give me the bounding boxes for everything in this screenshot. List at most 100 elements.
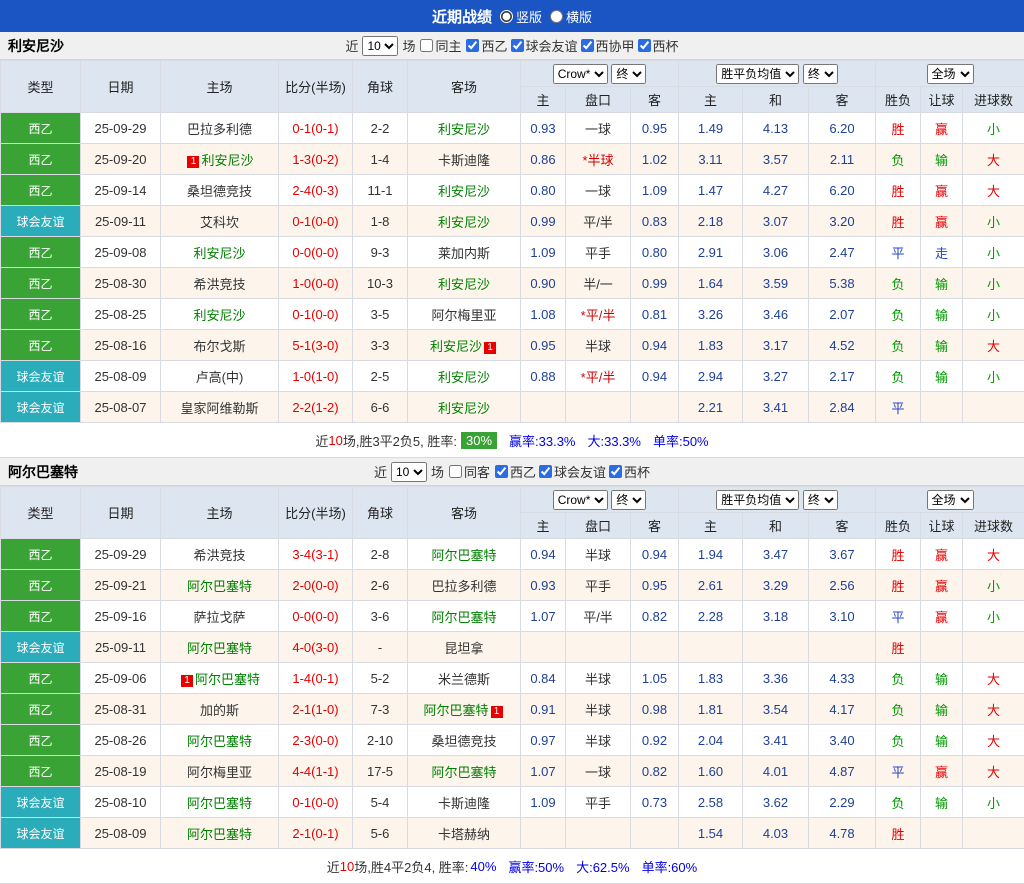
match-row: 西乙25-08-31加的斯2-1(1-0)7-3阿尔巴塞特10.91半球0.98… xyxy=(1,694,1024,725)
bookmaker-select[interactable]: Crow* xyxy=(553,64,608,84)
team-name-text: 利安尼沙 xyxy=(438,401,490,416)
avg-draw-cell: 3.41 xyxy=(743,725,809,756)
team-name-text: 阿尔梅里亚 xyxy=(187,765,252,780)
topbar: 近期战绩 竖版 横版 xyxy=(0,0,1024,32)
avg-draw-cell: 4.01 xyxy=(743,756,809,787)
fulltime-select[interactable]: 全场 xyxy=(927,64,974,84)
goals-cell: 小 xyxy=(963,299,1024,330)
avg-draw-cell: 3.27 xyxy=(743,361,809,392)
league-checkbox[interactable] xyxy=(609,465,622,478)
match-type-cell: 西乙 xyxy=(1,113,81,144)
handicap-cell: 半球 xyxy=(566,725,631,756)
corner-cell: 3-3 xyxy=(353,330,408,361)
avg-home-cell: 1.83 xyxy=(679,663,743,694)
avg-draw-cell: 3.07 xyxy=(743,206,809,237)
corner-cell: 1-4 xyxy=(353,144,408,175)
league-filter[interactable]: 球会友谊 xyxy=(538,462,606,481)
layout-option-horizontal[interactable]: 横版 xyxy=(550,7,592,26)
result-cell: 胜 xyxy=(876,632,921,663)
team-name-text: 阿尔巴塞特 xyxy=(187,734,252,749)
avg-home-cell: 3.11 xyxy=(679,144,743,175)
odds-away-cell xyxy=(631,392,679,423)
league-filter[interactable]: 西杯 xyxy=(637,36,679,55)
score-cell: 2-0(0-0) xyxy=(279,570,353,601)
summary-count: 10 xyxy=(340,859,354,874)
filter-controls: 近 10 场 同客 西乙球会友谊西杯 xyxy=(374,462,650,482)
same-venue-checkbox[interactable] xyxy=(420,39,433,52)
page-title: 近期战绩 xyxy=(432,6,492,27)
league-checkbox[interactable] xyxy=(495,465,508,478)
league-filter[interactable]: 西协甲 xyxy=(580,36,635,55)
match-row: 西乙25-09-16萨拉戈萨0-0(0-0)3-6阿尔巴塞特1.07平/半0.8… xyxy=(1,601,1024,632)
league-filter[interactable]: 西杯 xyxy=(608,462,650,481)
same-venue-checkbox[interactable] xyxy=(449,465,462,478)
result-cell: 负 xyxy=(876,268,921,299)
avg-away-cell: 4.87 xyxy=(809,756,876,787)
odds-away-cell: 0.73 xyxy=(631,787,679,818)
team-name-text: 卡斯迪隆 xyxy=(438,796,490,811)
league-filter[interactable]: 球会友谊 xyxy=(510,36,578,55)
vertical-radio[interactable] xyxy=(500,10,513,23)
handicap-cell: 半球 xyxy=(566,694,631,725)
goals-cell xyxy=(963,632,1024,663)
team-name-text: 卡斯迪隆 xyxy=(438,153,490,168)
match-date-cell: 25-09-29 xyxy=(81,113,161,144)
league-checkbox[interactable] xyxy=(638,39,651,52)
avg-stage-select[interactable]: 终 xyxy=(803,64,838,84)
corner-cell: 10-3 xyxy=(353,268,408,299)
avg-select[interactable]: 胜平负均值 xyxy=(716,490,799,510)
bookmaker-select[interactable]: Crow* xyxy=(553,490,608,510)
avg-draw-cell: 3.54 xyxy=(743,694,809,725)
league-filter[interactable]: 西乙 xyxy=(465,36,507,55)
result-cell: 负 xyxy=(876,330,921,361)
team-name-text: 阿尔梅里亚 xyxy=(431,308,496,323)
match-row: 球会友谊25-08-09卢高(中)1-0(1-0)2-5利安尼沙0.88*平/半… xyxy=(1,361,1024,392)
odds-away-cell: 0.80 xyxy=(631,237,679,268)
handicap-cell: 平/半 xyxy=(566,601,631,632)
recent-count-select[interactable]: 10 xyxy=(362,36,398,56)
league-checkbox[interactable] xyxy=(466,39,479,52)
avg-select[interactable]: 胜平负均值 xyxy=(716,64,799,84)
handicap-cell: 半/一 xyxy=(566,268,631,299)
match-type-cell: 西乙 xyxy=(1,144,81,175)
away-team-cell: 利安尼沙 xyxy=(408,206,521,237)
match-type-cell: 球会友谊 xyxy=(1,392,81,423)
odds-away-cell: 0.94 xyxy=(631,330,679,361)
odds-away-cell: 0.82 xyxy=(631,756,679,787)
handicap-result-cell: 赢 xyxy=(921,539,963,570)
avg-stage-select[interactable]: 终 xyxy=(803,490,838,510)
league-label: 西协甲 xyxy=(596,36,635,55)
result-cell: 胜 xyxy=(876,539,921,570)
summary-count: 10 xyxy=(328,433,342,448)
col-home: 主场 xyxy=(161,61,279,113)
layout-option-vertical[interactable]: 竖版 xyxy=(500,7,542,26)
away-team-cell: 米兰德斯 xyxy=(408,663,521,694)
near-label: 近 xyxy=(374,462,387,481)
away-team-cell: 卡塔赫纳 xyxy=(408,818,521,849)
same-venue-filter[interactable]: 同客 xyxy=(448,462,490,481)
league-checkbox[interactable] xyxy=(581,39,594,52)
summary-record: 场,胜4平2负4, 胜率: xyxy=(354,857,468,876)
corner-cell: 2-5 xyxy=(353,361,408,392)
games-label: 场 xyxy=(431,462,444,481)
team-name-text: 莱加内斯 xyxy=(438,246,490,261)
league-filter[interactable]: 西乙 xyxy=(494,462,536,481)
recent-count-select[interactable]: 10 xyxy=(391,462,427,482)
score-cell: 2-1(0-1) xyxy=(279,818,353,849)
fulltime-select[interactable]: 全场 xyxy=(927,490,974,510)
goals-cell xyxy=(963,392,1024,423)
league-checkbox[interactable] xyxy=(539,465,552,478)
horizontal-radio[interactable] xyxy=(550,10,563,23)
odds-away-cell: 0.83 xyxy=(631,206,679,237)
league-checkbox[interactable] xyxy=(511,39,524,52)
away-team-cell: 阿尔梅里亚 xyxy=(408,299,521,330)
odds-away-cell: 0.95 xyxy=(631,570,679,601)
handicap-result-cell: 走 xyxy=(921,237,963,268)
match-date-cell: 25-09-11 xyxy=(81,206,161,237)
match-type-cell: 球会友谊 xyxy=(1,361,81,392)
team-name-text: 阿尔巴塞特 xyxy=(187,796,252,811)
same-venue-filter[interactable]: 同主 xyxy=(419,36,461,55)
odds-stage-select[interactable]: 终 xyxy=(611,64,646,84)
corner-cell: 5-6 xyxy=(353,818,408,849)
odds-stage-select[interactable]: 终 xyxy=(611,490,646,510)
